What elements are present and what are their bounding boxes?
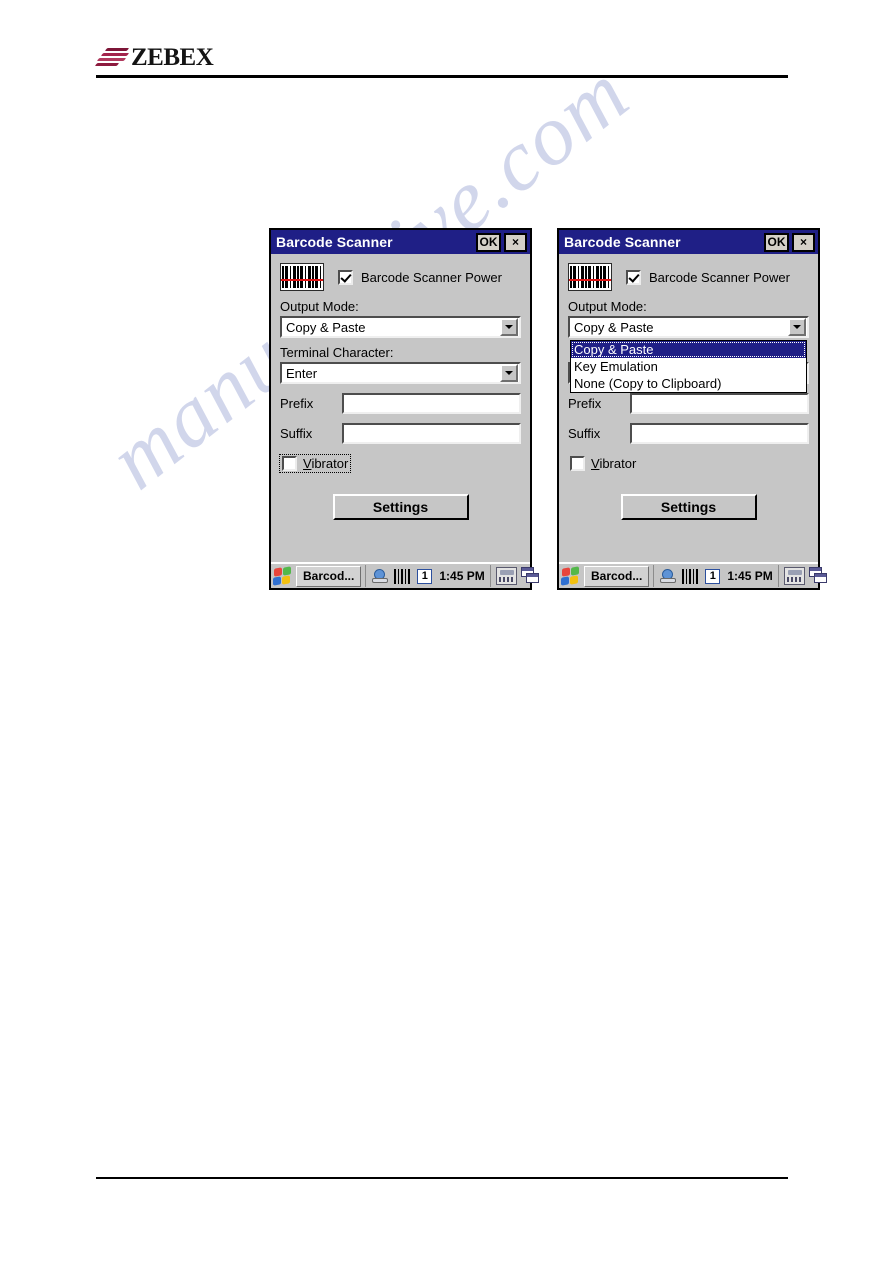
clock[interactable]: 1:45 PM <box>727 569 772 583</box>
footer-divider <box>96 1177 788 1179</box>
vibrator-label: Vibrator <box>591 456 636 471</box>
vibrator-checkbox-group[interactable]: Vibrator <box>278 454 352 473</box>
taskbar: Barcod... 1 1:45 PM <box>271 562 539 588</box>
barcode-scanner-power-checkbox[interactable] <box>626 269 641 285</box>
chevron-down-icon[interactable] <box>500 364 518 382</box>
window-title: Barcode Scanner <box>564 234 681 250</box>
chevron-down-icon[interactable] <box>500 318 518 336</box>
network-globe-icon[interactable] <box>372 568 389 584</box>
suffix-row: Suffix <box>280 423 521 444</box>
tray-right-group <box>489 565 541 587</box>
power-row: Barcode Scanner Power <box>280 262 521 292</box>
titlebar: Barcode Scanner OK × <box>559 230 818 254</box>
system-tray: 1 1:45 PM <box>365 565 540 587</box>
tray-badge[interactable]: 1 <box>417 568 433 584</box>
settings-button[interactable]: Settings <box>620 494 757 520</box>
output-mode-value: Copy & Paste <box>574 319 654 335</box>
settings-row: Settings <box>280 494 521 520</box>
prefix-input[interactable] <box>630 393 809 414</box>
dropdown-option-key-emulation[interactable]: Key Emulation <box>571 358 806 375</box>
close-icon[interactable]: × <box>504 232 527 252</box>
dropdown-option-none-clipboard[interactable]: None (Copy to Clipboard) <box>571 375 806 392</box>
suffix-input[interactable] <box>342 423 521 444</box>
chevron-down-icon[interactable] <box>788 318 806 336</box>
prefix-input[interactable] <box>342 393 521 414</box>
prefix-label: Prefix <box>280 396 314 411</box>
ok-button[interactable]: OK <box>476 232 501 252</box>
barcode-scanner-power-checkbox[interactable] <box>338 269 353 285</box>
window-title: Barcode Scanner <box>276 234 393 250</box>
taskbar-task-button[interactable]: Barcod... <box>296 565 362 587</box>
barcode-scanner-window-2: Barcode Scanner OK × Barcode Scanner Pow… <box>557 228 827 590</box>
keyboard-sip-icon[interactable] <box>783 567 805 585</box>
vibrator-checkbox[interactable] <box>570 456 585 471</box>
output-mode-combobox[interactable]: Copy & Paste Copy & Paste Key Emulation … <box>568 316 809 393</box>
barcode-icon <box>568 263 612 291</box>
vibrator-checkbox-group[interactable]: Vibrator <box>568 455 638 472</box>
vibrator-checkbox[interactable] <box>282 456 297 471</box>
suffix-row: Suffix <box>568 423 809 444</box>
barcode-tray-icon[interactable] <box>394 568 413 584</box>
network-globe-icon[interactable] <box>660 568 677 584</box>
zebex-logo-text: ZEBEX <box>131 43 214 71</box>
terminal-character-combobox[interactable]: Enter <box>280 362 521 384</box>
zebex-chevron-logo-icon <box>94 45 130 69</box>
terminal-character-label: Terminal Character: <box>280 345 394 360</box>
dialog-client-area: Barcode Scanner Power Output Mode: Copy … <box>271 254 530 562</box>
terminal-character-value: Enter <box>286 365 318 381</box>
output-mode-dropdown-list[interactable]: Copy & Paste Key Emulation None (Copy to… <box>570 340 807 393</box>
barcode-icon <box>280 263 324 291</box>
prefix-label: Prefix <box>568 396 602 411</box>
keyboard-sip-icon[interactable] <box>495 567 517 585</box>
titlebar: Barcode Scanner OK × <box>271 230 530 254</box>
tray-right-group <box>777 565 829 587</box>
barcode-scanner-power-label: Barcode Scanner Power <box>361 269 502 285</box>
vibrator-label-rest: ibrator <box>311 456 349 471</box>
system-tray: 1 1:45 PM <box>653 565 828 587</box>
barcode-tray-icon[interactable] <box>682 568 701 584</box>
page-header: ZEBEX <box>94 43 788 80</box>
vibrator-label-rest: ibrator <box>599 456 637 471</box>
windows-start-flag-icon[interactable] <box>273 565 293 586</box>
prefix-row: Prefix <box>568 393 809 414</box>
close-icon[interactable]: × <box>792 232 815 252</box>
taskbar-task-button[interactable]: Barcod... <box>584 565 650 587</box>
dropdown-option-copy-paste[interactable]: Copy & Paste <box>571 341 806 358</box>
window-switch-icon[interactable] <box>808 567 829 585</box>
clock[interactable]: 1:45 PM <box>439 569 484 583</box>
suffix-label: Suffix <box>280 426 313 441</box>
header-divider <box>96 75 788 78</box>
prefix-row: Prefix <box>280 393 521 414</box>
settings-row: Settings <box>568 494 809 520</box>
vibrator-label: Vibrator <box>303 456 348 471</box>
zebex-logo: ZEBEX <box>94 43 214 71</box>
windows-start-flag-icon[interactable] <box>561 565 581 586</box>
suffix-label: Suffix <box>568 426 601 441</box>
taskbar: Barcod... 1 1:45 PM <box>559 562 827 588</box>
ok-button[interactable]: OK <box>764 232 789 252</box>
barcode-scanner-power-label: Barcode Scanner Power <box>649 269 790 285</box>
output-mode-label: Output Mode: <box>568 299 647 314</box>
vibrator-row: Vibrator <box>568 455 809 472</box>
barcode-scanner-window-1: Barcode Scanner OK × Barcode Scanner Pow… <box>269 228 539 590</box>
settings-button[interactable]: Settings <box>332 494 469 520</box>
window-switch-icon[interactable] <box>520 567 541 585</box>
vibrator-row: Vibrator <box>278 454 521 473</box>
output-mode-value: Copy & Paste <box>286 319 366 335</box>
dialog-client-area: Barcode Scanner Power Output Mode: Copy … <box>559 254 818 562</box>
output-mode-combobox[interactable]: Copy & Paste <box>280 316 521 338</box>
power-row: Barcode Scanner Power <box>568 262 809 292</box>
tray-badge[interactable]: 1 <box>705 568 721 584</box>
suffix-input[interactable] <box>630 423 809 444</box>
output-mode-label: Output Mode: <box>280 299 359 314</box>
